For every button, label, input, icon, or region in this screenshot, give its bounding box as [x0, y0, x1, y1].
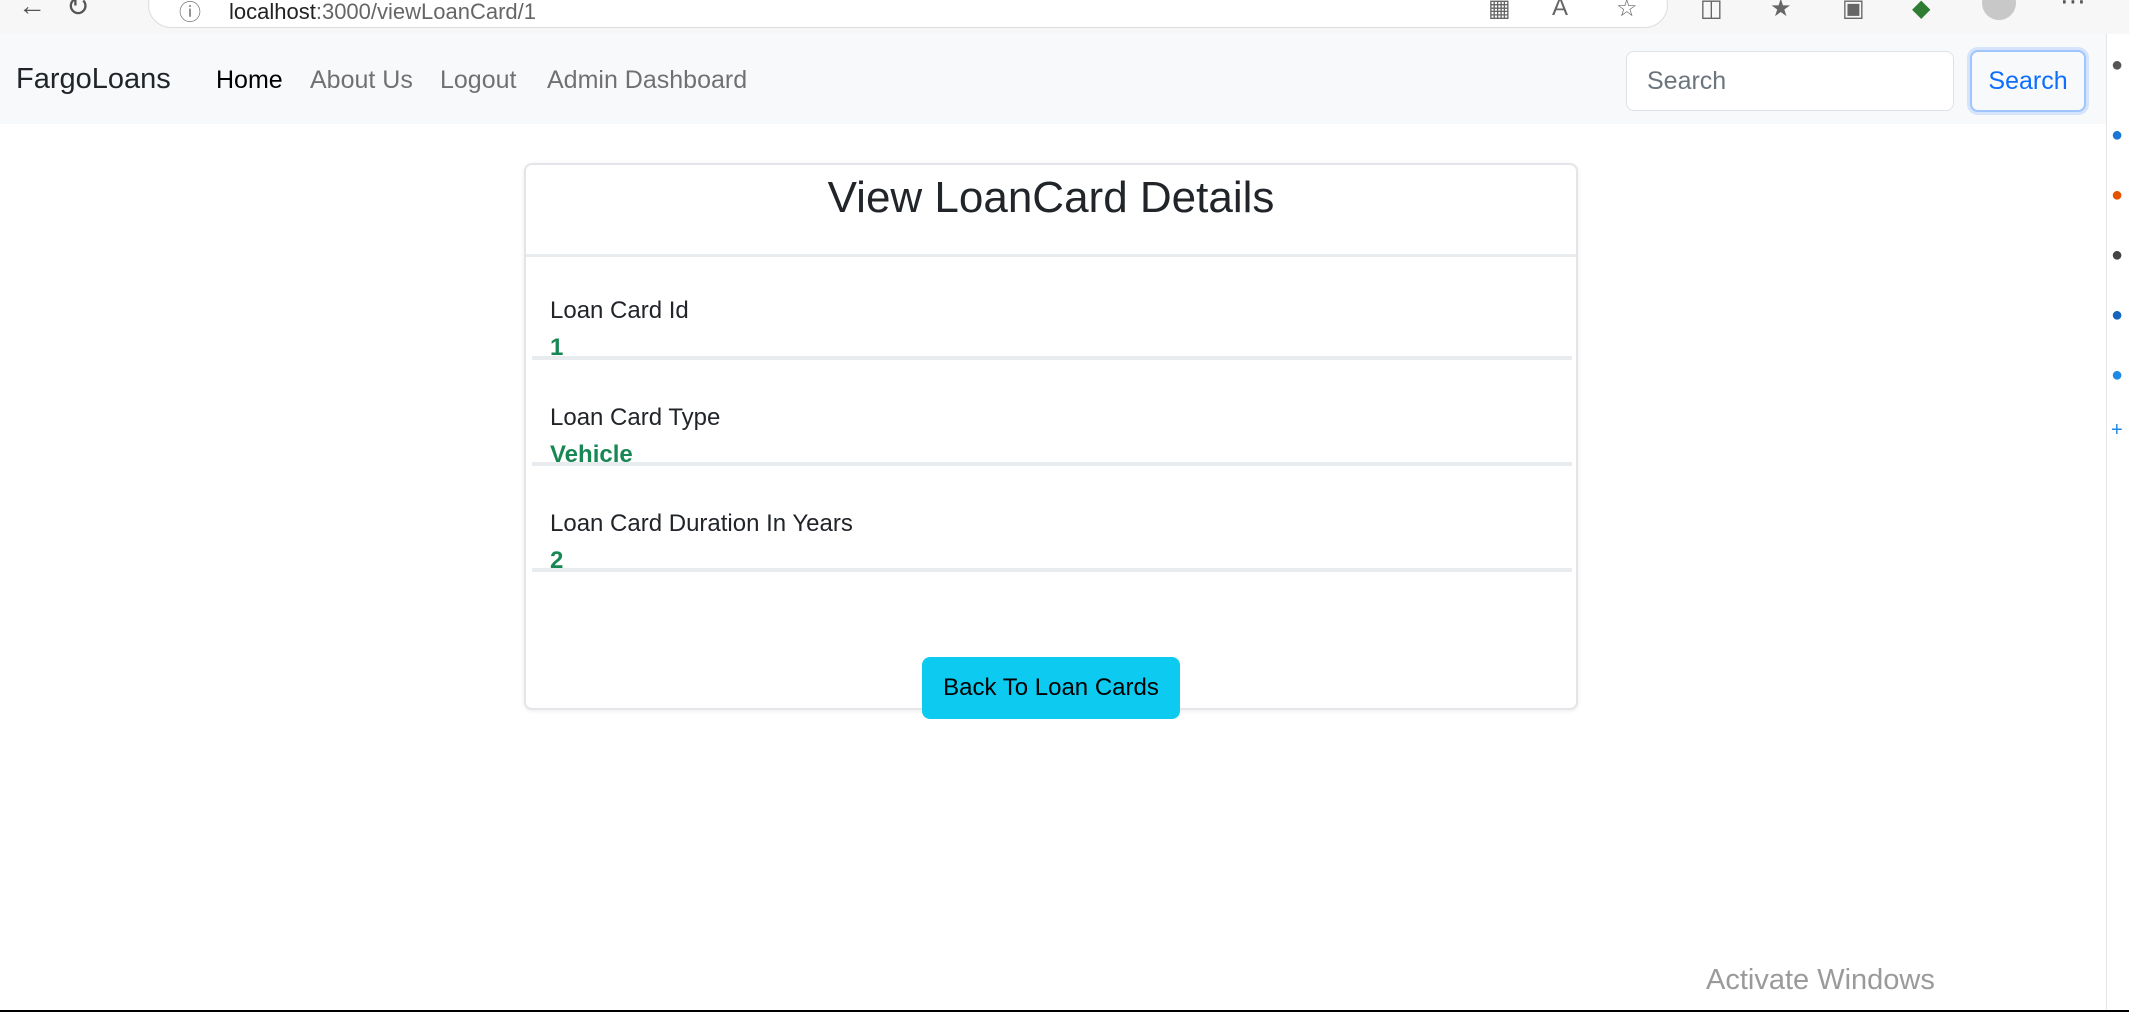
detail-label: Loan Card Id: [550, 297, 689, 324]
extension-icon[interactable]: ◆: [1912, 0, 1930, 23]
browser-sidebar: ● ● ● ● ● ● +: [2106, 34, 2129, 1010]
reader-view-icon[interactable]: ▦: [1488, 0, 1511, 23]
card-header: View LoanCard Details: [526, 165, 1576, 257]
detail-value: 2: [550, 547, 564, 574]
address-bar[interactable]: ⓘ localhost:3000/viewLoanCard/1: [148, 0, 1668, 28]
detail-value: Vehicle: [550, 441, 633, 468]
detail-item-loan-card-duration: Loan Card Duration In Years 2: [532, 470, 1572, 574]
favorite-star-icon[interactable]: ☆: [1616, 0, 1638, 23]
back-arrow-icon[interactable]: ←: [18, 0, 46, 22]
search-button[interactable]: Search: [1970, 50, 2086, 112]
favorites-list-icon[interactable]: ★: [1770, 0, 1792, 23]
loancard-details-card: View LoanCard Details Loan Card Id 1 Loa…: [524, 163, 1578, 719]
detail-item-loan-card-type: Loan Card Type Vehicle: [532, 364, 1572, 468]
detail-value: 1: [550, 334, 564, 361]
sidebar-icon[interactable]: ●: [2111, 54, 2123, 77]
nav-link-home[interactable]: Home: [216, 66, 283, 95]
search-input[interactable]: [1626, 51, 1954, 111]
split-screen-icon[interactable]: ◫: [1700, 0, 1723, 23]
sidebar-icon[interactable]: ●: [2111, 244, 2123, 267]
back-to-loan-cards-button[interactable]: Back To Loan Cards: [922, 657, 1180, 719]
browser-toolbar: ← ↻ ⓘ localhost:3000/viewLoanCard/1 ▦ A …: [0, 0, 2129, 34]
sidebar-icon[interactable]: ●: [2111, 184, 2123, 207]
nav-link-about-us[interactable]: About Us: [310, 66, 413, 95]
detail-label: Loan Card Type: [550, 404, 721, 431]
more-menu-icon[interactable]: ⋯: [2060, 0, 2086, 17]
detail-item-loan-card-id: Loan Card Id 1: [532, 257, 1572, 361]
activate-windows-watermark: Activate Windows: [1706, 964, 1935, 996]
page-title: View LoanCard Details: [827, 173, 1275, 222]
read-aloud-icon[interactable]: A: [1552, 0, 1568, 22]
detail-label: Loan Card Duration In Years: [550, 510, 853, 537]
sidebar-icon[interactable]: ●: [2111, 304, 2123, 327]
nav-link-admin-dashboard[interactable]: Admin Dashboard: [547, 66, 747, 95]
sidebar-icon[interactable]: ●: [2111, 124, 2123, 147]
navbar: FargoLoans Home About Us Logout Admin Da…: [0, 34, 2106, 124]
nav-link-logout[interactable]: Logout: [440, 66, 516, 95]
refresh-icon[interactable]: ↻: [66, 0, 89, 23]
brand-logo[interactable]: FargoLoans: [16, 63, 171, 96]
profile-avatar[interactable]: [1982, 0, 2016, 20]
site-info-icon[interactable]: ⓘ: [179, 0, 201, 27]
add-icon[interactable]: +: [2111, 419, 2123, 442]
address-text: localhost:3000/viewLoanCard/1: [229, 0, 536, 24]
sidebar-icon[interactable]: ●: [2111, 364, 2123, 387]
page-viewport: FargoLoans Home About Us Logout Admin Da…: [0, 34, 2106, 1010]
collections-icon[interactable]: ▣: [1842, 0, 1865, 23]
